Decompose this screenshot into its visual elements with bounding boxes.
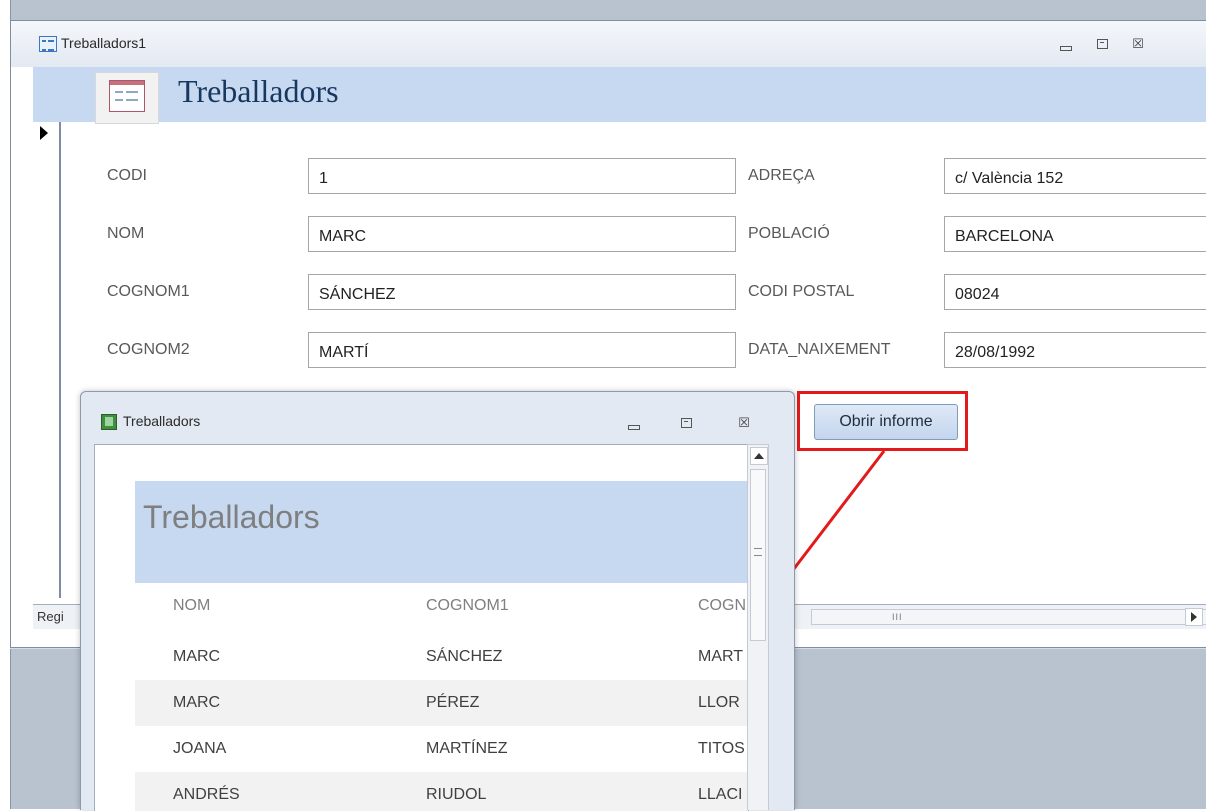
column-header-cognom2: COGN (698, 597, 746, 614)
scrollbar-thumb[interactable] (750, 469, 766, 641)
cell-nom: MARC (173, 648, 221, 665)
cell-cognom2: TITOS (698, 740, 745, 757)
label-data-naixement: DATA_NAIXEMENT (748, 341, 891, 358)
close-button[interactable]: ☒ (1127, 35, 1149, 53)
table-row: ANDRÉS RIUDOL LLACI (135, 772, 748, 811)
cell-cognom1: PÉREZ (426, 694, 480, 711)
label-poblacio: POBLACIÓ (748, 225, 830, 242)
report-body: Treballadors NOM COGNOM1 COGN MARC SÁNCH… (94, 444, 749, 811)
horizontal-scrollbar-thumb[interactable]: III (811, 609, 1206, 625)
field-poblacio[interactable]: BARCELONA (944, 216, 1206, 252)
report-window-treballadors: Treballadors ☒ Treballadors NOM COGNOM1 … (80, 391, 795, 811)
minimize-button[interactable] (1055, 35, 1077, 53)
form-header-title: Treballadors (178, 73, 339, 109)
restore-button[interactable] (1091, 35, 1113, 53)
column-header-nom: NOM (173, 597, 211, 614)
current-record-arrow-icon (40, 126, 48, 140)
field-codi[interactable]: 1 (308, 158, 736, 194)
record-selector[interactable] (33, 122, 61, 598)
field-cognom2[interactable]: MARTÍ (308, 332, 736, 368)
form-icon (39, 36, 57, 52)
label-cognom1: COGNOM1 (107, 283, 190, 300)
form-window-title: Treballadors1 (61, 35, 147, 51)
highlight-box: Obrir informe (797, 391, 968, 451)
label-cognom2: COGNOM2 (107, 341, 190, 358)
minimize-icon (1060, 45, 1072, 51)
cell-nom: JOANA (173, 740, 227, 757)
form-header: Treballadors (33, 67, 1206, 124)
record-label: Regi (37, 609, 64, 624)
cell-cognom1: RIUDOL (426, 786, 487, 803)
scrollbar-grip: III (892, 612, 903, 622)
cell-cognom1: MARTÍNEZ (426, 740, 508, 757)
field-adreca[interactable]: c/ València 152 (944, 158, 1206, 194)
column-header-cognom1: COGNOM1 (426, 597, 509, 614)
minimize-icon (628, 424, 640, 430)
cell-cognom2: LLOR (698, 694, 740, 711)
open-report-button[interactable]: Obrir informe (814, 404, 958, 440)
label-nom: NOM (107, 225, 145, 242)
cell-cognom2: MART (698, 648, 744, 665)
form-glyph-icon (109, 80, 145, 112)
field-data-naixement[interactable]: 28/08/1992 (944, 332, 1206, 368)
report-window-title: Treballadors (123, 413, 201, 429)
label-adreca: ADREÇA (748, 167, 815, 184)
scrollbar-grip-icon (754, 548, 762, 556)
table-row: MARC SÁNCHEZ MART (135, 634, 748, 680)
cell-cognom1: SÁNCHEZ (426, 648, 503, 665)
field-codi-postal[interactable]: 08024 (944, 274, 1206, 310)
close-icon: ☒ (1132, 36, 1144, 51)
report-minimize-button[interactable] (623, 414, 645, 432)
table-row: MARC PÉREZ LLOR (135, 680, 748, 726)
label-codi-postal: CODI POSTAL (748, 283, 855, 300)
report-title: Treballadors (143, 499, 320, 535)
close-icon: ☒ (738, 415, 750, 430)
cell-nom: ANDRÉS (173, 786, 240, 803)
form-header-logo (95, 72, 159, 124)
cell-nom: MARC (173, 694, 221, 711)
report-vertical-scrollbar[interactable] (747, 444, 769, 810)
scroll-up-arrow-icon[interactable] (750, 447, 768, 465)
field-cognom1[interactable]: SÁNCHEZ (308, 274, 736, 310)
report-close-button[interactable]: ☒ (733, 414, 755, 432)
form-titlebar: Treballadors1 ☒ (11, 21, 1206, 67)
label-codi: CODI (107, 167, 147, 184)
scroll-right-arrow-icon[interactable] (1185, 608, 1203, 626)
report-icon (101, 414, 117, 430)
table-row: JOANA MARTÍNEZ TITOS (135, 726, 748, 772)
cell-cognom2: LLACI (698, 786, 743, 803)
report-restore-button[interactable] (675, 414, 697, 432)
restore-icon (680, 418, 692, 428)
restore-icon (1096, 39, 1108, 49)
field-nom[interactable]: MARC (308, 216, 736, 252)
report-header-band: Treballadors (135, 481, 748, 583)
